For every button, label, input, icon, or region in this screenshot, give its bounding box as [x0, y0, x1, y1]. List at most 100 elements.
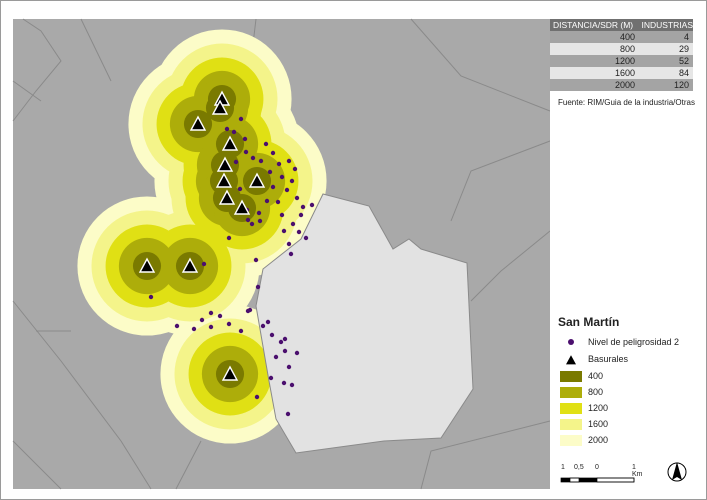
industry-point[interactable]	[231, 129, 237, 135]
industry-point[interactable]	[281, 228, 287, 234]
industry-point[interactable]	[278, 339, 284, 345]
source-note: Fuente: RIM/Guia de la industria/Otras	[558, 98, 695, 107]
industry-point[interactable]	[201, 261, 207, 267]
buffer-label: 2000	[588, 435, 609, 445]
buffer-swatch	[560, 434, 582, 446]
industry-point[interactable]	[238, 328, 244, 334]
industry-point[interactable]	[148, 294, 154, 300]
industry-point[interactable]	[245, 308, 251, 314]
industry-point[interactable]	[296, 229, 302, 235]
point-icon	[558, 336, 584, 348]
buffer-swatch	[560, 370, 582, 382]
industry-point[interactable]	[286, 364, 292, 370]
triangle-icon	[558, 352, 584, 366]
cell-distance: 2000	[614, 80, 635, 90]
industry-point[interactable]	[282, 348, 288, 354]
industry-point[interactable]	[208, 324, 214, 330]
industry-point[interactable]	[264, 198, 270, 204]
industry-point[interactable]	[286, 158, 292, 164]
buffer-swatch	[560, 418, 582, 430]
industry-point[interactable]	[255, 284, 261, 290]
industry-point[interactable]	[276, 161, 282, 167]
table-row: 800 29	[550, 43, 693, 55]
industry-point[interactable]	[282, 336, 288, 342]
scale-label: 0	[595, 464, 599, 471]
industry-point[interactable]	[270, 150, 276, 156]
industry-point[interactable]	[174, 323, 180, 329]
industry-point[interactable]	[191, 326, 197, 332]
industry-point[interactable]	[260, 323, 266, 329]
industry-point[interactable]	[270, 184, 276, 190]
scale-label: 1 Km	[632, 464, 643, 478]
industry-point[interactable]	[289, 178, 295, 184]
industry-point[interactable]	[281, 380, 287, 386]
industry-point[interactable]	[294, 195, 300, 201]
buffer-label: 800	[588, 387, 604, 397]
industry-point[interactable]	[286, 241, 292, 247]
legend-label-industry: Nivel de peligrosidad 2	[588, 337, 680, 347]
legend-label-landfill: Basurales	[588, 354, 629, 364]
industry-point[interactable]	[254, 394, 260, 400]
industry-point[interactable]	[265, 319, 271, 325]
industry-point[interactable]	[289, 382, 295, 388]
industry-point[interactable]	[249, 221, 255, 227]
legend-item-buffer: 1600	[558, 417, 608, 431]
industry-point[interactable]	[290, 221, 296, 227]
industry-point[interactable]	[237, 186, 243, 192]
legend-item-buffer: 2000	[558, 433, 608, 447]
cell-distance: 1600	[614, 68, 635, 78]
industry-point[interactable]	[253, 257, 259, 263]
legend-item-industry: Nivel de peligrosidad 2	[558, 335, 679, 349]
industry-point[interactable]	[224, 126, 230, 132]
industry-point[interactable]	[226, 235, 232, 241]
scale-labels: 1 0,5 0 1 Km	[560, 464, 643, 478]
buffer-label: 1600	[588, 419, 609, 429]
industry-point[interactable]	[250, 155, 256, 161]
scale-label: 1	[561, 464, 565, 471]
legend-panel: DISTANCIA/SDR (M) INDUSTRIAS 400 4 800 2…	[550, 19, 695, 490]
industry-point[interactable]	[285, 411, 291, 417]
buffer-swatch	[560, 386, 582, 398]
table-row: 2000 120	[550, 79, 693, 91]
industry-point[interactable]	[268, 375, 274, 381]
industry-point[interactable]	[273, 354, 279, 360]
cell-industries: 120	[673, 80, 689, 90]
industry-point[interactable]	[243, 149, 249, 155]
industry-point[interactable]	[208, 310, 214, 316]
industry-point[interactable]	[279, 174, 285, 180]
north-arrow-icon	[667, 459, 687, 490]
buffer-label: 1200	[588, 403, 609, 413]
industry-point[interactable]	[300, 204, 306, 210]
industry-point[interactable]	[242, 136, 248, 142]
buffer-label: 400	[588, 371, 604, 381]
cell-industries: 84	[678, 68, 689, 78]
industry-point[interactable]	[258, 158, 264, 164]
industry-point[interactable]	[275, 199, 281, 205]
legend-title: San Martín	[558, 315, 620, 329]
industry-point[interactable]	[267, 169, 273, 175]
table-row: 1600 84	[550, 67, 693, 79]
legend-item-buffer: 400	[558, 369, 603, 383]
header-distance: DISTANCIA/SDR (M)	[553, 20, 634, 30]
industry-point[interactable]	[245, 217, 251, 223]
industry-point[interactable]	[238, 116, 244, 122]
industry-point[interactable]	[279, 212, 285, 218]
industry-point[interactable]	[294, 350, 300, 356]
industry-point[interactable]	[199, 317, 205, 323]
industry-point[interactable]	[298, 212, 304, 218]
industry-point[interactable]	[303, 235, 309, 241]
industry-point[interactable]	[263, 141, 269, 147]
legend-item-landfill: Basurales	[558, 352, 628, 366]
industry-point[interactable]	[257, 218, 263, 224]
industry-point[interactable]	[288, 251, 294, 257]
industry-point[interactable]	[226, 321, 232, 327]
industry-point[interactable]	[256, 210, 262, 216]
industry-point[interactable]	[292, 166, 298, 172]
industry-point[interactable]	[309, 202, 315, 208]
industry-point[interactable]	[233, 159, 239, 165]
legend-item-buffer: 1200	[558, 401, 608, 415]
industry-point[interactable]	[284, 187, 290, 193]
industry-point[interactable]	[217, 313, 223, 319]
cell-distance: 1200	[614, 56, 635, 66]
industry-point[interactable]	[269, 332, 275, 338]
